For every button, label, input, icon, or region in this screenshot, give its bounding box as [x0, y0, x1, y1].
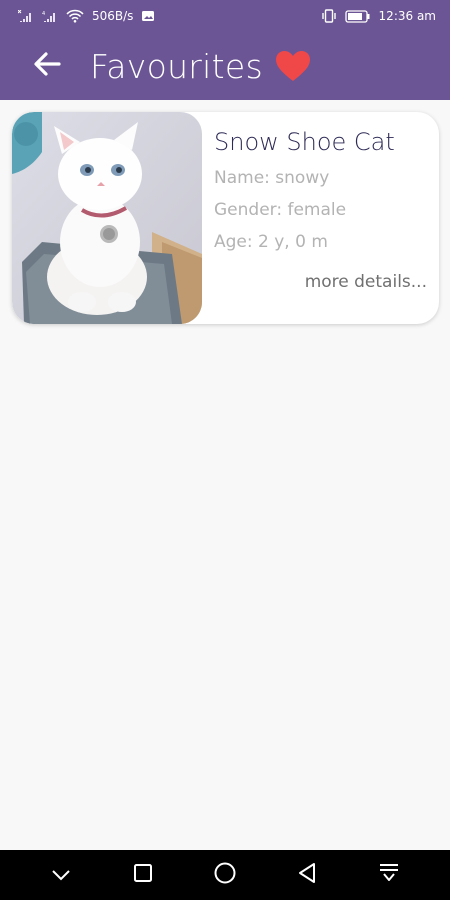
signal-icon: 4 — [42, 10, 58, 22]
notification-pull-button[interactable] — [369, 855, 409, 895]
status-bar-right: 12:36 am — [321, 9, 436, 23]
svg-text:4: 4 — [42, 11, 45, 17]
square-icon — [133, 863, 153, 887]
hide-nav-button[interactable] — [41, 855, 81, 895]
system-back-button[interactable] — [287, 855, 327, 895]
app-bar: 4 506B/s 12:36 am Favourites — [0, 0, 450, 100]
home-button[interactable] — [205, 855, 245, 895]
toolbar: Favourites — [0, 32, 450, 100]
cat-info: Snow Shoe Cat Name: snowy Gender: female… — [202, 112, 439, 324]
favourite-card[interactable]: Snow Shoe Cat Name: snowy Gender: female… — [12, 112, 439, 324]
notification-pull-icon — [378, 863, 400, 887]
wifi-icon — [66, 9, 84, 23]
signal-x-icon — [18, 10, 34, 22]
image-notification-icon — [141, 10, 155, 22]
cat-breed: Snow Shoe Cat — [214, 128, 395, 156]
cat-photo — [12, 112, 202, 324]
recents-button[interactable] — [123, 855, 163, 895]
arrow-left-icon — [33, 51, 61, 81]
vibrate-icon — [321, 9, 337, 23]
cat-name: Name: snowy — [214, 168, 330, 188]
cat-gender: Gender: female — [214, 200, 347, 220]
page-title: Favourites — [90, 46, 263, 86]
battery-icon — [344, 9, 371, 23]
system-nav-bar — [0, 850, 450, 900]
status-bar-left: 4 506B/s — [18, 9, 155, 23]
circle-icon — [213, 861, 237, 889]
status-bar: 4 506B/s 12:36 am — [0, 0, 450, 32]
status-time: 12:36 am — [378, 9, 436, 23]
chevron-down-icon — [51, 866, 71, 885]
heart-icon — [275, 50, 311, 82]
back-button[interactable] — [18, 37, 76, 95]
network-speed: 506B/s — [92, 9, 134, 23]
triangle-back-icon — [297, 862, 317, 888]
more-details-link[interactable]: more details... — [305, 272, 427, 292]
cat-age: Age: 2 y, 0 m — [214, 232, 328, 252]
